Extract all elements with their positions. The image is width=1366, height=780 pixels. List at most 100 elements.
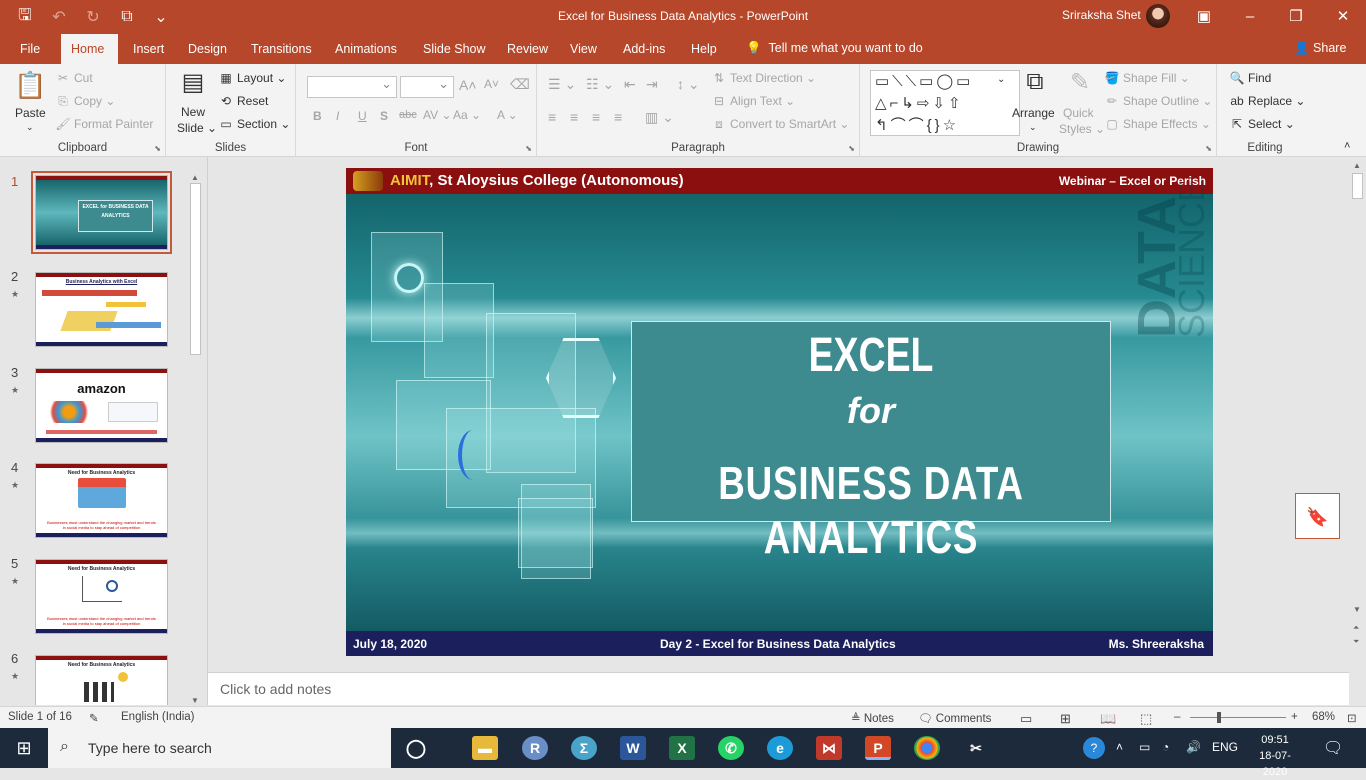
volume-icon[interactable]: 🔊 xyxy=(1186,740,1201,754)
zoom-slider[interactable] xyxy=(1190,717,1286,718)
powerpoint-icon[interactable]: P xyxy=(865,736,891,760)
reset-button[interactable]: ⟲ Reset xyxy=(218,94,268,108)
slide-thumbnail-2[interactable]: Business Analytics with Excel xyxy=(35,272,168,347)
shadow-button[interactable]: S xyxy=(380,109,388,123)
save-icon[interactable]: 🖫 xyxy=(14,4,36,31)
smartart-button[interactable]: ⧈ Convert to SmartArt ⌄ xyxy=(711,117,849,132)
dialog-launcher-icon[interactable]: ⬊ xyxy=(525,144,532,153)
r-app-icon[interactable]: R xyxy=(522,736,548,760)
battery-icon[interactable]: ▭ xyxy=(1139,740,1150,754)
notes-toggle[interactable]: ≜ Notes xyxy=(851,711,894,725)
new-slide-icon[interactable]: ▤ xyxy=(176,68,210,97)
arrange-dropdown-icon[interactable]: ⌄ xyxy=(1029,122,1037,133)
edge-icon[interactable]: e xyxy=(767,736,793,760)
quick-styles-button-line2[interactable]: Styles ⌄ xyxy=(1059,122,1105,136)
shape-outline-button[interactable]: ✏ Shape Outline ⌄ xyxy=(1104,94,1212,108)
whatsapp-icon[interactable]: ✆ xyxy=(718,736,744,760)
undo-icon[interactable]: ↶ xyxy=(48,7,70,27)
paste-button[interactable]: Paste xyxy=(15,106,46,120)
slide-thumbnail-5[interactable]: Need for Business Analytics Businesses m… xyxy=(35,559,168,634)
tab-animations[interactable]: Animations xyxy=(325,34,407,64)
arrange-icon[interactable]: ⧉ xyxy=(1017,68,1053,96)
increase-indent-icon[interactable]: ⇥ xyxy=(646,76,658,93)
thumbnail-scrollbar[interactable]: ▲ ▼ xyxy=(188,173,203,705)
notes-pane[interactable]: Click to add notes xyxy=(208,672,1349,705)
tab-home[interactable]: Home xyxy=(61,34,118,64)
dialog-launcher-icon[interactable]: ⬊ xyxy=(1205,144,1212,153)
calculator-app-icon[interactable]: Σ xyxy=(571,736,597,760)
scroll-up-icon[interactable]: ▲ xyxy=(191,173,199,182)
windows-start-icon[interactable]: ⊞ xyxy=(0,728,48,768)
change-case-icon[interactable]: Aa ⌄ xyxy=(453,108,481,122)
zoom-in-icon[interactable]: + xyxy=(1291,711,1298,723)
present-from-beginning-icon[interactable]: ⧉ xyxy=(116,8,138,26)
shapes-more-icon[interactable]: ⌄ xyxy=(997,74,1005,85)
zoom-out-icon[interactable]: – xyxy=(1174,711,1180,723)
align-right-icon[interactable]: ≡ xyxy=(592,109,600,125)
tab-transitions[interactable]: Transitions xyxy=(241,34,322,64)
slide-sorter-icon[interactable]: ⊞ xyxy=(1060,711,1071,727)
layout-button[interactable]: ▦ Layout ⌄ xyxy=(218,71,286,85)
copy-button[interactable]: ⎘ Copy ⌄ xyxy=(55,94,115,109)
tab-design[interactable]: Design xyxy=(178,34,237,64)
zoom-slider-handle[interactable] xyxy=(1217,712,1221,723)
scrollbar-thumb[interactable] xyxy=(190,183,201,355)
tab-help[interactable]: Help xyxy=(681,34,727,64)
collapse-ribbon-icon[interactable]: ˄ xyxy=(1344,140,1350,152)
language-indicator[interactable]: ENG xyxy=(1212,740,1238,754)
dialog-launcher-icon[interactable]: ⬊ xyxy=(848,144,855,153)
close-icon[interactable]: ✕ xyxy=(1320,0,1366,34)
tab-add-ins[interactable]: Add-ins xyxy=(613,34,675,64)
taskbar-search[interactable]: ⌕ Type here to search xyxy=(48,728,391,768)
mendeley-icon[interactable]: ⋈ xyxy=(816,736,842,760)
share-button[interactable]: 👤 Share xyxy=(1294,41,1346,56)
font-family-combo[interactable] xyxy=(307,76,397,98)
decrease-indent-icon[interactable]: ⇤ xyxy=(624,76,636,93)
paste-icon[interactable]: 📋 xyxy=(14,70,46,101)
tab-view[interactable]: View xyxy=(560,34,607,64)
language-indicator[interactable]: English (India) xyxy=(121,711,195,723)
minimize-icon[interactable]: – xyxy=(1227,0,1273,34)
tab-review[interactable]: Review xyxy=(497,34,558,64)
numbering-icon[interactable]: ☷ ⌄ xyxy=(586,76,614,93)
clock[interactable]: 09:51 18-07-2020 xyxy=(1250,732,1300,780)
scroll-down-icon[interactable]: ▼ xyxy=(191,696,199,705)
font-size-combo[interactable] xyxy=(400,76,454,98)
tab-insert[interactable]: Insert xyxy=(123,34,174,64)
ribbon-display-options-icon[interactable]: ▣ xyxy=(1181,0,1227,34)
slide-title-box[interactable]: EXCEL for BUSINESS DATA ANALYTICS xyxy=(631,321,1111,563)
slide-scrollbar[interactable]: ▲ ▼ ⏶ ⏷ xyxy=(1349,157,1366,705)
slide-thumbnail-6[interactable]: Need for Business Analytics xyxy=(35,655,168,705)
cut-button[interactable]: ✂ Cut xyxy=(55,71,93,85)
slide-thumbnail-3[interactable]: amazon xyxy=(35,368,168,443)
help-icon[interactable]: ? xyxy=(1083,737,1105,759)
columns-icon[interactable]: ▥ ⌄ xyxy=(645,109,674,126)
slide-thumbnail-4[interactable]: Need for Business Analytics Businesses m… xyxy=(35,463,168,538)
word-icon[interactable]: W xyxy=(620,736,646,760)
restore-icon[interactable]: ❐ xyxy=(1273,0,1319,34)
next-slide-icon[interactable]: ⏷ xyxy=(1353,637,1359,647)
spellcheck-icon[interactable]: ✎ xyxy=(89,711,99,725)
tab-file[interactable]: File xyxy=(10,34,50,64)
quick-styles-button[interactable]: Quick xyxy=(1063,106,1094,120)
paste-dropdown-icon[interactable]: ⌄ xyxy=(26,122,34,133)
fit-to-window-icon[interactable]: ⊡ xyxy=(1347,711,1357,725)
tab-slide-show[interactable]: Slide Show xyxy=(413,34,496,64)
redo-icon[interactable]: ↻ xyxy=(82,7,104,27)
reading-view-icon[interactable]: 📖 xyxy=(1100,711,1116,727)
align-left-icon[interactable]: ≡ xyxy=(548,109,556,125)
clear-formatting-icon[interactable]: ⌫ xyxy=(510,76,530,93)
zoom-level[interactable]: 68% xyxy=(1312,711,1335,723)
strikethrough-button[interactable]: abc xyxy=(399,109,417,121)
slide-canvas[interactable]: AIMIT, St Aloysius College (Autonomous) … xyxy=(346,168,1213,656)
tell-me-box[interactable]: 💡 Tell me what you want to do xyxy=(746,41,923,56)
shape-effects-button[interactable]: ▢ Shape Effects ⌄ xyxy=(1104,117,1211,131)
justify-icon[interactable]: ≡ xyxy=(614,109,622,125)
task-view-icon[interactable]: ◯ xyxy=(403,736,429,760)
snipping-tool-icon[interactable]: ✂ xyxy=(963,736,989,760)
scroll-down-icon[interactable]: ▼ xyxy=(1353,605,1361,614)
scroll-up-icon[interactable]: ▲ xyxy=(1353,161,1361,170)
notifications-icon[interactable]: 🗨 xyxy=(1323,738,1343,758)
new-slide-button[interactable]: New xyxy=(181,105,205,119)
underline-button[interactable]: U xyxy=(358,109,367,123)
